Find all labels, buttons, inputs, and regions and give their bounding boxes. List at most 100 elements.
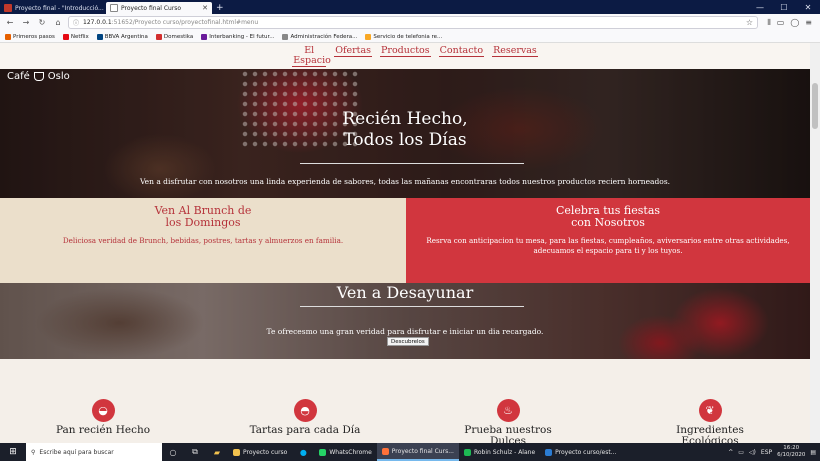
firefox-icon xyxy=(381,447,389,455)
taskbar-app[interactable]: WhatsChrome xyxy=(314,443,376,461)
vscode-icon xyxy=(545,448,553,456)
library-icon[interactable]: ⫴ xyxy=(767,18,770,28)
browser-tab-bar: Proyecto final - "Introducció... ✕ Proye… xyxy=(0,0,820,14)
taskbar-app[interactable]: Robin Schulz - Alane xyxy=(459,443,540,461)
windows-start-icon[interactable]: ⊞ xyxy=(0,443,26,461)
bookmark-star-icon[interactable]: ☆ xyxy=(746,18,753,27)
feature-item: ❦ Ingredientes Ecológicos xyxy=(640,399,780,447)
folder-icon xyxy=(233,448,240,456)
site-nav: El Espacio Ofertas Productos Contacto Re… xyxy=(0,43,810,69)
site-logo[interactable]: Café Oslo xyxy=(7,71,70,82)
taskbar-app[interactable]: Proyecto final Curs... xyxy=(376,443,459,461)
close-window-button[interactable]: ✕ xyxy=(796,0,820,14)
coffee-cup-icon xyxy=(33,72,44,81)
bookmark-favicon-icon xyxy=(155,33,162,40)
scrollbar-thumb[interactable] xyxy=(812,83,818,129)
hero-title: Recién Hecho, Todos los Días xyxy=(342,109,468,150)
bookmark-item[interactable]: Servicio de telefonia re... xyxy=(365,33,442,40)
task-view-icon[interactable]: ⧉ xyxy=(184,443,206,461)
info-icon[interactable]: ⓘ xyxy=(73,18,79,27)
breakfast-section: Ven a Desayunar Te ofrecesmo una gran ve… xyxy=(0,283,810,359)
bookmark-item[interactable]: BBVA Argentina xyxy=(96,33,148,40)
reload-icon[interactable]: ↻ xyxy=(36,17,48,29)
taskbar-app[interactable]: Proyecto curso xyxy=(228,443,292,461)
feature-item: ◓ Tartas para cada Día xyxy=(235,399,375,436)
browser-tab-2[interactable]: Proyecto final Curso ✕ xyxy=(106,2,212,14)
clock-date: 6/10/2020 xyxy=(777,452,806,458)
screen: Proyecto final - "Introducció... ✕ Proye… xyxy=(0,0,820,461)
page-scrollbar[interactable] xyxy=(810,43,820,443)
chevron-up-icon[interactable]: ^ xyxy=(728,449,733,456)
whatsapp-icon xyxy=(319,448,327,456)
network-icon[interactable]: ▭ xyxy=(738,449,744,456)
bookmark-item[interactable]: Administración Federa... xyxy=(282,33,357,40)
home-icon[interactable]: ⌂ xyxy=(52,17,64,29)
discover-button[interactable]: Descubrelos xyxy=(387,337,429,346)
minimize-button[interactable]: — xyxy=(748,0,772,14)
nav-link-ofertas[interactable]: Ofertas xyxy=(334,46,373,57)
window-controls: — ☐ ✕ xyxy=(748,0,820,14)
language-indicator[interactable]: ESP xyxy=(761,449,772,456)
browser-toolbar: ← → ↻ ⌂ ⓘ 127.0.0.1:51652/Proyecto curso… xyxy=(0,14,820,31)
bookmark-item[interactable]: Netflix xyxy=(62,33,89,40)
brunch-panel: Ven Al Brunch de los Domingos Deliciosa … xyxy=(0,198,406,283)
logo-text-cafe: Café xyxy=(7,71,30,82)
bookmarks-bar: Primeros pasos Netflix BBVA Argentina Do… xyxy=(0,31,820,43)
brunch-title: Ven Al Brunch de los Domingos xyxy=(154,204,252,229)
nav-link-productos[interactable]: Productos xyxy=(380,46,431,57)
pie-icon: ◓ xyxy=(293,399,317,422)
cupcake-icon: ♨ xyxy=(496,399,520,422)
search-placeholder: Escribe aquí para buscar xyxy=(39,448,114,456)
close-tab-icon[interactable]: ✕ xyxy=(202,4,208,12)
nav-link-reservas[interactable]: Reservas xyxy=(492,46,538,57)
feature-item: ♨ Prueba nuestros Dulces xyxy=(438,399,578,447)
breakfast-divider xyxy=(300,306,524,307)
forward-arrow-icon[interactable]: → xyxy=(20,17,32,29)
party-panel: Celebra tus fiestas con Nosotros Resrva … xyxy=(406,198,810,283)
tab-label: Proyecto final - "Introducció... xyxy=(15,4,104,12)
party-text: Resrva con anticipacion tu mesa, para la… xyxy=(426,236,790,255)
tab-favicon-icon xyxy=(110,4,118,12)
logo-text-oslo: Oslo xyxy=(47,71,70,82)
bookmark-item[interactable]: Primeros pasos xyxy=(5,33,55,40)
bookmark-favicon-icon xyxy=(5,33,11,40)
nav-link-el-espacio[interactable]: El Espacio xyxy=(292,46,331,67)
url-path: :51652/Proyecto curso/proyectofinal.html… xyxy=(111,19,259,26)
notification-icon[interactable]: ▤ xyxy=(810,449,816,456)
sidebar-icon[interactable]: ▭ xyxy=(777,18,785,28)
hero-divider xyxy=(300,163,524,164)
taskbar-app[interactable]: Proyecto curso/est... xyxy=(540,443,621,461)
clock-time: 16:20 xyxy=(783,445,800,451)
back-arrow-icon[interactable]: ← xyxy=(4,17,16,29)
bread-icon: ◒ xyxy=(91,399,115,422)
nav-link-contacto[interactable]: Contacto xyxy=(438,46,485,57)
skype-icon[interactable]: ● xyxy=(292,443,314,461)
cortana-icon[interactable]: ○ xyxy=(162,443,184,461)
bookmark-item[interactable]: Interbanking - El futur... xyxy=(201,33,274,40)
address-bar[interactable]: ⓘ 127.0.0.1:51652/Proyecto curso/proyect… xyxy=(68,16,758,29)
bookmark-item[interactable]: Domestika xyxy=(155,33,193,40)
taskbar-search[interactable]: ⚲ Escribe aquí para buscar xyxy=(26,443,162,461)
clock[interactable]: 16:20 6/10/2020 xyxy=(777,445,805,459)
leaf-icon: ❦ xyxy=(698,399,722,422)
tab-label: Proyecto final Curso xyxy=(121,4,182,12)
hero-text: Ven a disfrutar con nosotros una linda e… xyxy=(139,177,671,186)
volume-icon[interactable]: ◁) xyxy=(749,449,756,456)
new-tab-button[interactable]: + xyxy=(212,2,228,14)
tab-favicon-icon xyxy=(4,4,12,12)
breakfast-title: Ven a Desayunar xyxy=(336,283,474,302)
bookmark-favicon-icon xyxy=(365,33,372,40)
browser-tab-1[interactable]: Proyecto final - "Introducció... ✕ xyxy=(0,2,106,14)
url-host: 127.0.0.1 xyxy=(83,19,112,26)
file-explorer-icon[interactable]: ▰ xyxy=(206,443,228,461)
system-tray: ^ ▭ ◁) ESP 16:20 6/10/2020 ▤ xyxy=(728,445,820,459)
account-icon[interactable]: ◯ xyxy=(790,18,799,28)
brunch-text: Deliciosa veridad de Brunch, bebidas, po… xyxy=(62,236,344,245)
toolbar-right-icons: ⫴ ▭ ◯ ≡ xyxy=(767,18,816,28)
party-title: Celebra tus fiestas con Nosotros xyxy=(555,204,661,229)
windows-taskbar: ⊞ ⚲ Escribe aquí para buscar ○ ⧉ ▰ Proye… xyxy=(0,443,820,461)
menu-icon[interactable]: ≡ xyxy=(805,18,812,28)
search-icon: ⚲ xyxy=(31,448,36,456)
bookmark-favicon-icon xyxy=(96,33,103,40)
maximize-button[interactable]: ☐ xyxy=(772,0,796,14)
